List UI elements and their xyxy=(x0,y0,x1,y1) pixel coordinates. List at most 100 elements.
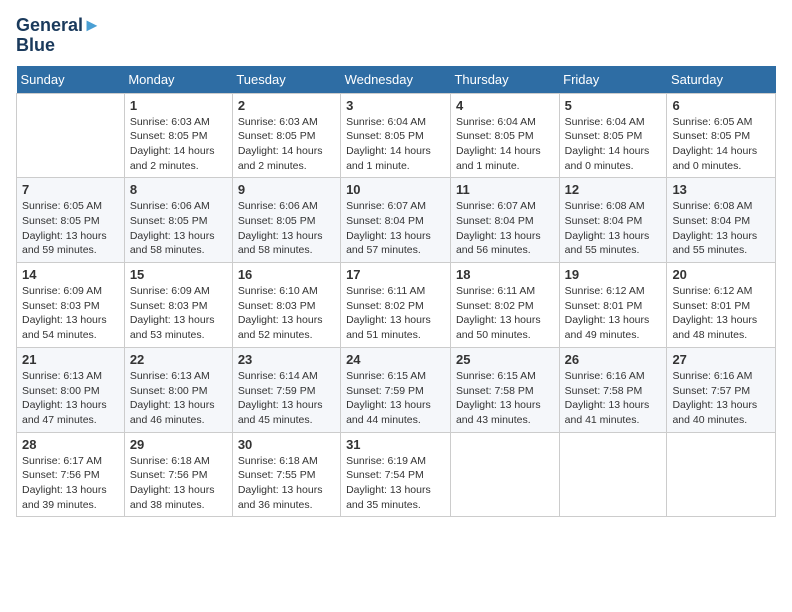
day-number: 8 xyxy=(130,182,227,197)
day-number: 25 xyxy=(456,352,554,367)
calendar-cell: 13Sunrise: 6:08 AM Sunset: 8:04 PM Dayli… xyxy=(667,178,776,263)
day-info: Sunrise: 6:14 AM Sunset: 7:59 PM Dayligh… xyxy=(238,369,335,428)
day-number: 12 xyxy=(565,182,662,197)
day-info: Sunrise: 6:15 AM Sunset: 7:58 PM Dayligh… xyxy=(456,369,554,428)
calendar-cell: 16Sunrise: 6:10 AM Sunset: 8:03 PM Dayli… xyxy=(232,263,340,348)
calendar-cell: 28 Sunrise: 6:17 AM Sunset: 7:56 PM Dayli… xyxy=(17,432,125,517)
day-info: Sunrise: 6:18 AM Sunset: 7:56 PM Dayligh… xyxy=(130,454,227,513)
weekday-header-monday: Monday xyxy=(124,66,232,94)
day-number: 31 xyxy=(346,437,445,452)
calendar-cell: 17 Sunrise: 6:11 AM Sunset: 8:02 PM Dayli… xyxy=(341,263,451,348)
calendar-cell: 29 Sunrise: 6:18 AM Sunset: 7:56 PM Dayli… xyxy=(124,432,232,517)
day-number: 15 xyxy=(130,267,227,282)
day-number: 21 xyxy=(22,352,119,367)
calendar-cell: 26 Sunrise: 6:16 AM Sunset: 7:58 PM Dayli… xyxy=(559,347,667,432)
calendar-week-4: 21 Sunrise: 6:13 AM Sunset: 8:00 PM Dayli… xyxy=(17,347,776,432)
header: General►Blue xyxy=(16,16,776,56)
day-info: Sunrise: 6:05 AM Sunset: 8:05 PM Dayligh… xyxy=(22,199,119,258)
calendar-cell xyxy=(450,432,559,517)
day-number: 18 xyxy=(456,267,554,282)
day-number: 3 xyxy=(346,98,445,113)
calendar-cell: 27 Sunrise: 6:16 AM Sunset: 7:57 PM Dayli… xyxy=(667,347,776,432)
day-info: Sunrise: 6:06 AM Sunset: 8:05 PM Dayligh… xyxy=(130,199,227,258)
calendar-cell: 4Sunrise: 6:04 AM Sunset: 8:05 PM Daylig… xyxy=(450,93,559,178)
calendar-cell xyxy=(667,432,776,517)
day-info: Sunrise: 6:16 AM Sunset: 7:57 PM Dayligh… xyxy=(672,369,770,428)
day-number: 28 xyxy=(22,437,119,452)
day-info: Sunrise: 6:19 AM Sunset: 7:54 PM Dayligh… xyxy=(346,454,445,513)
calendar-cell: 23Sunrise: 6:14 AM Sunset: 7:59 PM Dayli… xyxy=(232,347,340,432)
calendar-cell: 1 Sunrise: 6:03 AM Sunset: 8:05 PM Daylig… xyxy=(124,93,232,178)
weekday-header-row: SundayMondayTuesdayWednesdayThursdayFrid… xyxy=(17,66,776,94)
calendar-cell: 25 Sunrise: 6:15 AM Sunset: 7:58 PM Dayli… xyxy=(450,347,559,432)
calendar-cell: 18 Sunrise: 6:11 AM Sunset: 8:02 PM Dayli… xyxy=(450,263,559,348)
day-number: 26 xyxy=(565,352,662,367)
calendar-cell: 8 Sunrise: 6:06 AM Sunset: 8:05 PM Daylig… xyxy=(124,178,232,263)
day-info: Sunrise: 6:09 AM Sunset: 8:03 PM Dayligh… xyxy=(130,284,227,343)
calendar-week-1: 1 Sunrise: 6:03 AM Sunset: 8:05 PM Daylig… xyxy=(17,93,776,178)
day-number: 20 xyxy=(672,267,770,282)
day-number: 13 xyxy=(672,182,770,197)
day-number: 30 xyxy=(238,437,335,452)
day-info: Sunrise: 6:03 AM Sunset: 8:05 PM Dayligh… xyxy=(130,115,227,174)
calendar-cell: 15 Sunrise: 6:09 AM Sunset: 8:03 PM Dayli… xyxy=(124,263,232,348)
day-info: Sunrise: 6:08 AM Sunset: 8:04 PM Dayligh… xyxy=(565,199,662,258)
day-info: Sunrise: 6:07 AM Sunset: 8:04 PM Dayligh… xyxy=(346,199,445,258)
day-number: 6 xyxy=(672,98,770,113)
day-info: Sunrise: 6:13 AM Sunset: 8:00 PM Dayligh… xyxy=(22,369,119,428)
day-number: 11 xyxy=(456,182,554,197)
calendar-cell: 20 Sunrise: 6:12 AM Sunset: 8:01 PM Dayli… xyxy=(667,263,776,348)
weekday-header-tuesday: Tuesday xyxy=(232,66,340,94)
weekday-header-wednesday: Wednesday xyxy=(341,66,451,94)
day-info: Sunrise: 6:12 AM Sunset: 8:01 PM Dayligh… xyxy=(565,284,662,343)
day-info: Sunrise: 6:04 AM Sunset: 8:05 PM Dayligh… xyxy=(456,115,554,174)
calendar-cell: 3 Sunrise: 6:04 AM Sunset: 8:05 PM Daylig… xyxy=(341,93,451,178)
day-info: Sunrise: 6:18 AM Sunset: 7:55 PM Dayligh… xyxy=(238,454,335,513)
calendar-cell: 21 Sunrise: 6:13 AM Sunset: 8:00 PM Dayli… xyxy=(17,347,125,432)
day-number: 17 xyxy=(346,267,445,282)
calendar-cell: 2 Sunrise: 6:03 AM Sunset: 8:05 PM Daylig… xyxy=(232,93,340,178)
day-number: 1 xyxy=(130,98,227,113)
day-info: Sunrise: 6:11 AM Sunset: 8:02 PM Dayligh… xyxy=(346,284,445,343)
calendar-cell: 12 Sunrise: 6:08 AM Sunset: 8:04 PM Dayli… xyxy=(559,178,667,263)
calendar-week-3: 14 Sunrise: 6:09 AM Sunset: 8:03 PM Dayli… xyxy=(17,263,776,348)
calendar-cell: 31 Sunrise: 6:19 AM Sunset: 7:54 PM Dayli… xyxy=(341,432,451,517)
day-info: Sunrise: 6:07 AM Sunset: 8:04 PM Dayligh… xyxy=(456,199,554,258)
calendar-cell: 22 Sunrise: 6:13 AM Sunset: 8:00 PM Dayli… xyxy=(124,347,232,432)
day-number: 14 xyxy=(22,267,119,282)
calendar-table: SundayMondayTuesdayWednesdayThursdayFrid… xyxy=(16,66,776,518)
day-info: Sunrise: 6:04 AM Sunset: 8:05 PM Dayligh… xyxy=(346,115,445,174)
weekday-header-sunday: Sunday xyxy=(17,66,125,94)
weekday-header-friday: Friday xyxy=(559,66,667,94)
calendar-cell: 24Sunrise: 6:15 AM Sunset: 7:59 PM Dayli… xyxy=(341,347,451,432)
day-info: Sunrise: 6:11 AM Sunset: 8:02 PM Dayligh… xyxy=(456,284,554,343)
day-number: 10 xyxy=(346,182,445,197)
calendar-cell xyxy=(559,432,667,517)
day-number: 19 xyxy=(565,267,662,282)
day-info: Sunrise: 6:13 AM Sunset: 8:00 PM Dayligh… xyxy=(130,369,227,428)
day-number: 27 xyxy=(672,352,770,367)
calendar-cell: 6 Sunrise: 6:05 AM Sunset: 8:05 PM Daylig… xyxy=(667,93,776,178)
day-info: Sunrise: 6:17 AM Sunset: 7:56 PM Dayligh… xyxy=(22,454,119,513)
weekday-header-thursday: Thursday xyxy=(450,66,559,94)
calendar-cell: 10 Sunrise: 6:07 AM Sunset: 8:04 PM Dayli… xyxy=(341,178,451,263)
calendar-cell: 30 Sunrise: 6:18 AM Sunset: 7:55 PM Dayli… xyxy=(232,432,340,517)
calendar-cell: 5Sunrise: 6:04 AM Sunset: 8:05 PM Daylig… xyxy=(559,93,667,178)
day-number: 24 xyxy=(346,352,445,367)
logo: General►Blue xyxy=(16,16,101,56)
day-info: Sunrise: 6:09 AM Sunset: 8:03 PM Dayligh… xyxy=(22,284,119,343)
day-number: 22 xyxy=(130,352,227,367)
day-number: 9 xyxy=(238,182,335,197)
calendar-cell: 9Sunrise: 6:06 AM Sunset: 8:05 PM Daylig… xyxy=(232,178,340,263)
day-number: 5 xyxy=(565,98,662,113)
day-info: Sunrise: 6:03 AM Sunset: 8:05 PM Dayligh… xyxy=(238,115,335,174)
calendar-cell: 14 Sunrise: 6:09 AM Sunset: 8:03 PM Dayli… xyxy=(17,263,125,348)
logo-text: General►Blue xyxy=(16,16,101,56)
day-number: 29 xyxy=(130,437,227,452)
calendar-cell: 7Sunrise: 6:05 AM Sunset: 8:05 PM Daylig… xyxy=(17,178,125,263)
day-info: Sunrise: 6:05 AM Sunset: 8:05 PM Dayligh… xyxy=(672,115,770,174)
day-info: Sunrise: 6:16 AM Sunset: 7:58 PM Dayligh… xyxy=(565,369,662,428)
day-number: 2 xyxy=(238,98,335,113)
calendar-cell: 11 Sunrise: 6:07 AM Sunset: 8:04 PM Dayli… xyxy=(450,178,559,263)
day-info: Sunrise: 6:12 AM Sunset: 8:01 PM Dayligh… xyxy=(672,284,770,343)
